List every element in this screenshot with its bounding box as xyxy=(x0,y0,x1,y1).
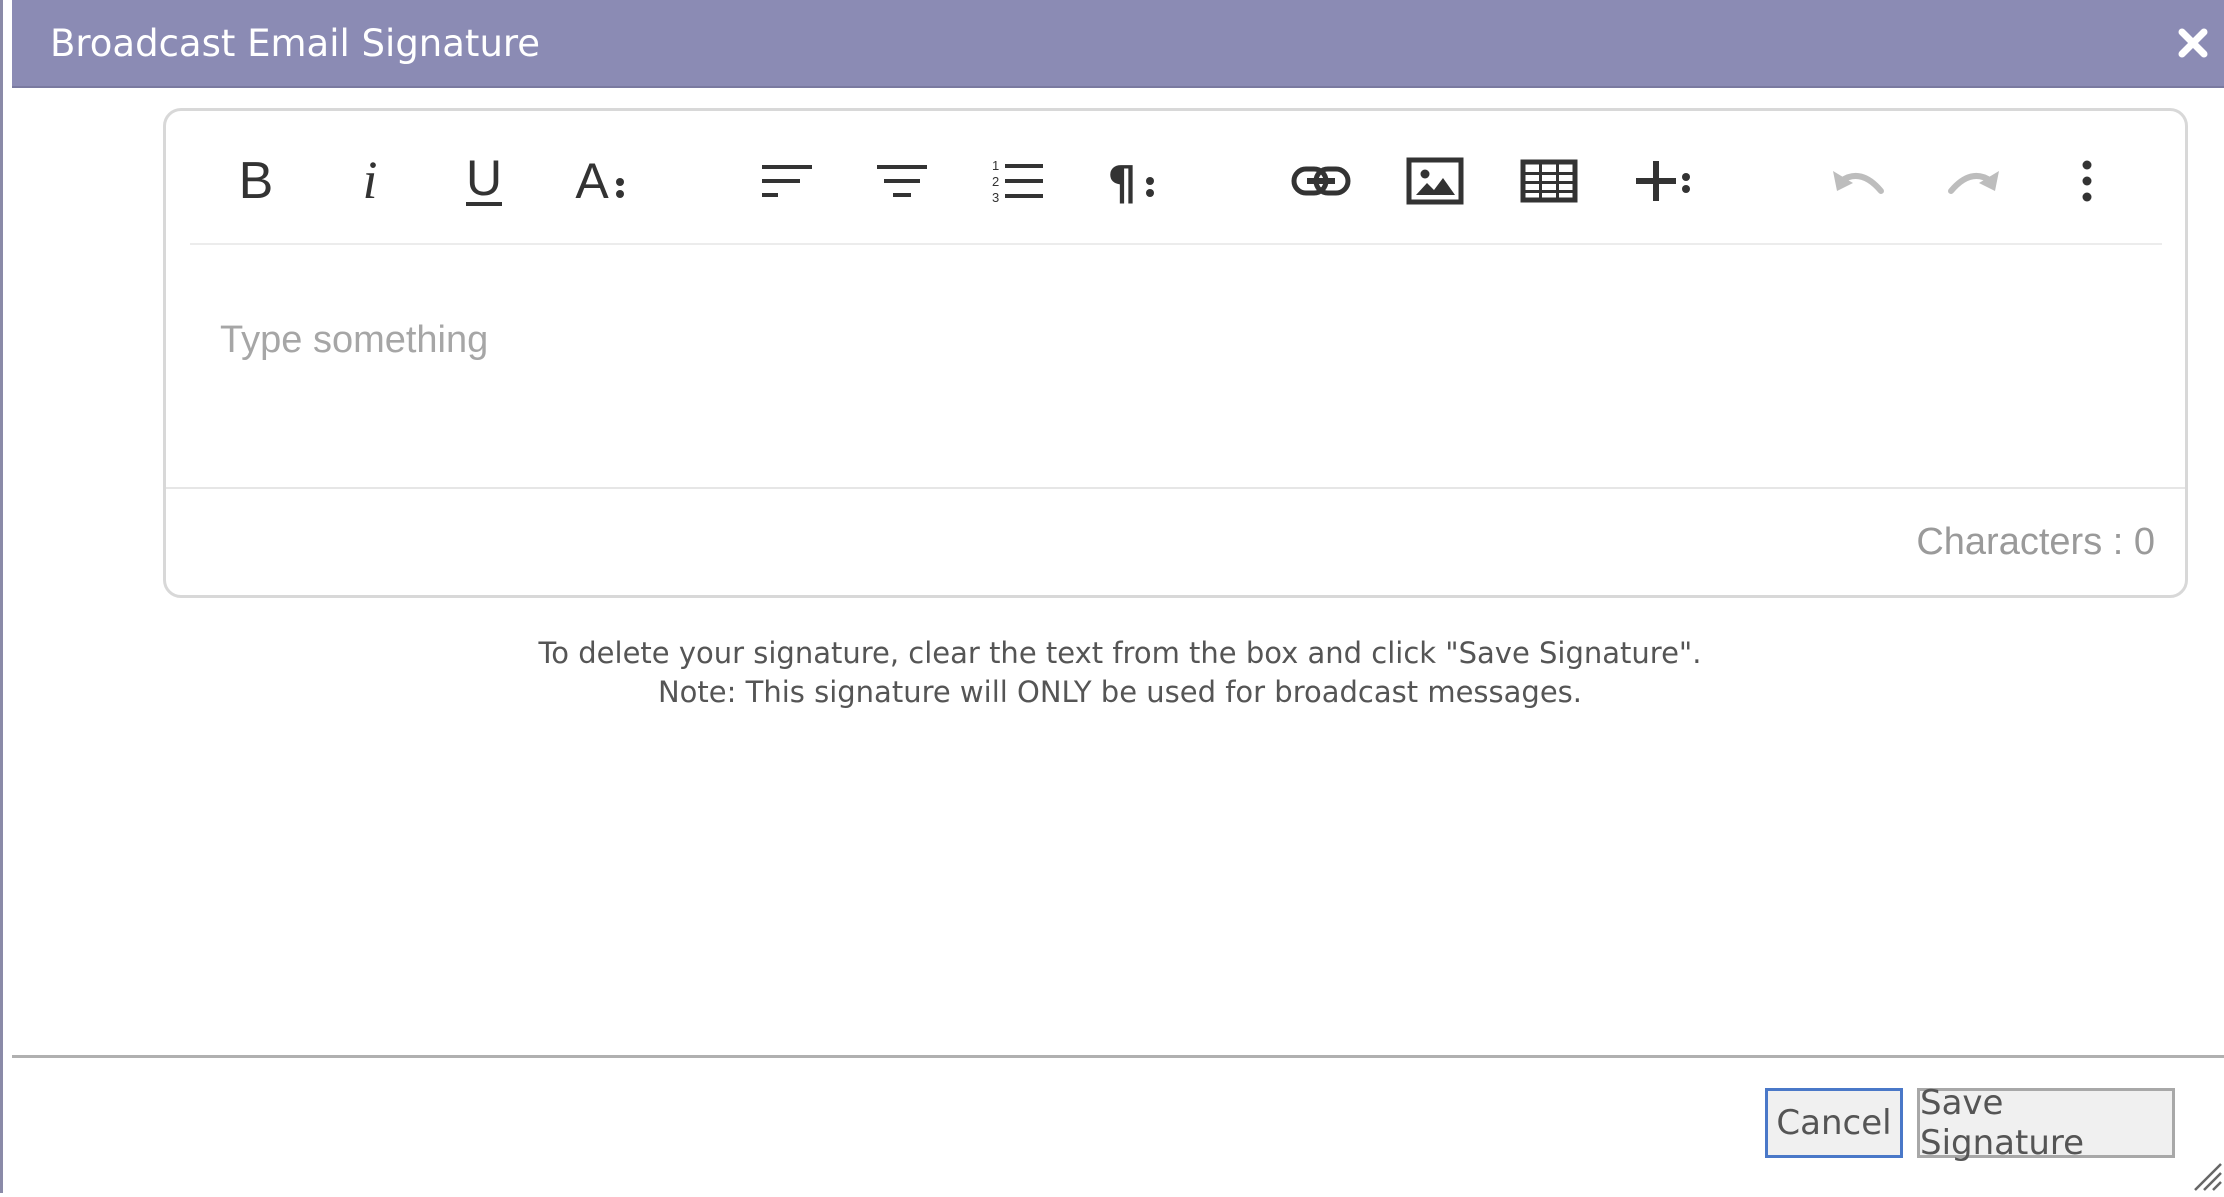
insert-table-button[interactable] xyxy=(1509,143,1589,219)
ordered-list-button[interactable]: 1 2 3 xyxy=(976,143,1056,219)
editor-footer-divider xyxy=(166,487,2185,489)
italic-button[interactable]: i xyxy=(330,143,410,219)
dialog-title: Broadcast Email Signature xyxy=(50,22,541,65)
redo-button[interactable] xyxy=(1933,143,2013,219)
svg-text:B: B xyxy=(239,152,274,210)
signature-text-area[interactable] xyxy=(166,245,2185,595)
font-size-button[interactable]: A xyxy=(558,143,638,219)
rich-text-editor: B i U A 1 2 3 ¶ Type something Character… xyxy=(163,108,2188,598)
underline-button[interactable]: U xyxy=(444,143,524,219)
italic-icon: i xyxy=(362,151,377,210)
plus-icon xyxy=(1636,161,1690,201)
signature-info: To delete your signature, clear the text… xyxy=(3,634,2224,712)
insert-image-button[interactable] xyxy=(1395,143,1475,219)
resize-grip-icon xyxy=(2194,1163,2222,1191)
more-options-button[interactable] xyxy=(2047,143,2127,219)
undo-icon xyxy=(1833,171,1884,194)
align-center-icon xyxy=(877,165,927,197)
svg-text:i: i xyxy=(362,151,377,210)
bold-icon: B xyxy=(239,152,274,210)
close-button[interactable] xyxy=(2172,22,2214,64)
save-signature-button[interactable]: Save Signature xyxy=(1917,1083,2175,1163)
svg-text:A: A xyxy=(575,153,609,209)
ordered-list-icon: 1 2 3 xyxy=(992,158,1043,204)
signature-dialog: Broadcast Email Signature B i U A 1 2 3 … xyxy=(0,0,2224,1193)
delete-instructions: To delete your signature, clear the text… xyxy=(538,636,1702,670)
paragraph-format-button[interactable]: ¶ xyxy=(1090,143,1170,219)
font-size-icon: A xyxy=(575,153,624,209)
svg-text:1: 1 xyxy=(992,158,999,173)
align-left-button[interactable] xyxy=(748,143,828,219)
editor-toolbar: B i U A 1 2 3 ¶ xyxy=(166,111,2185,243)
svg-text:¶: ¶ xyxy=(1107,156,1136,209)
cancel-button[interactable]: Cancel xyxy=(1765,1088,1903,1158)
vertical-dots-icon xyxy=(2082,160,2092,202)
undo-button[interactable] xyxy=(1819,143,1899,219)
broadcast-note: Note: This signature will ONLY be used f… xyxy=(657,675,1582,709)
character-counter: Characters : 0 xyxy=(1916,521,2155,563)
align-left-icon xyxy=(762,165,812,197)
insert-link-button[interactable] xyxy=(1281,143,1361,219)
insert-more-button[interactable] xyxy=(1623,143,1703,219)
resize-handle[interactable] xyxy=(2191,1160,2223,1192)
link-icon xyxy=(1291,166,1351,196)
bold-button[interactable]: B xyxy=(216,143,296,219)
svg-text:U: U xyxy=(466,150,502,206)
underline-icon: U xyxy=(466,150,502,206)
dialog-titlebar[interactable]: Broadcast Email Signature xyxy=(12,0,2224,88)
svg-text:2: 2 xyxy=(992,174,999,189)
paragraph-icon: ¶ xyxy=(1107,156,1154,209)
image-icon xyxy=(1406,157,1464,205)
redo-icon xyxy=(1948,171,1999,194)
close-icon xyxy=(2178,28,2208,58)
svg-text:3: 3 xyxy=(992,190,999,204)
footer-divider xyxy=(12,1055,2224,1058)
table-icon xyxy=(1520,159,1578,203)
align-center-button[interactable] xyxy=(862,143,942,219)
